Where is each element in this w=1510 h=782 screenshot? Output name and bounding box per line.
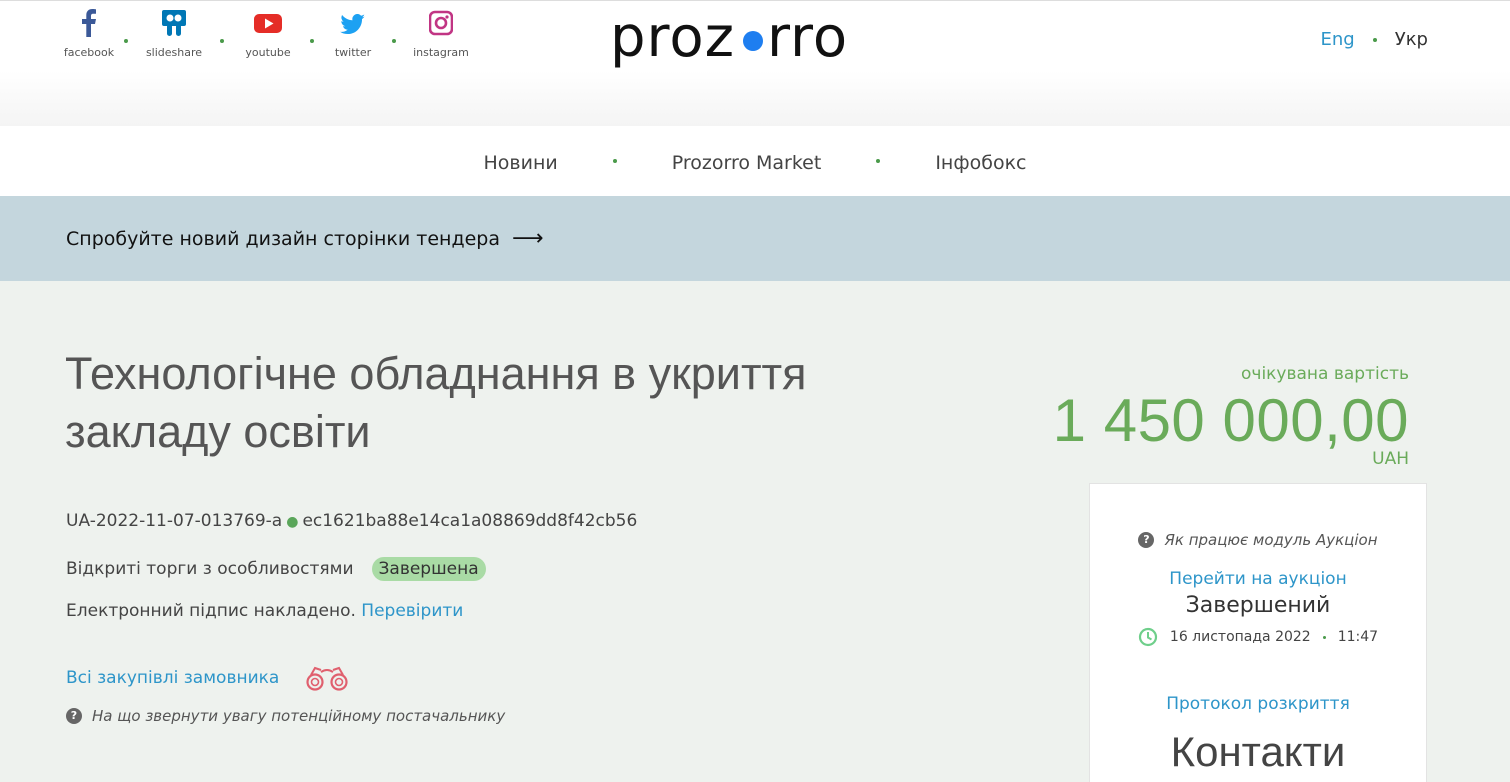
auction-status: Завершений	[1185, 593, 1331, 618]
youtube-icon	[254, 14, 282, 33]
separator-dot	[876, 159, 881, 163]
prozorro-logo[interactable]: proz rro	[610, 1, 848, 73]
banner-text: Спробуйте новий дизайн сторінки тендера	[66, 227, 500, 250]
social-links: facebook slideshare youtube twitter inst…	[56, 9, 472, 59]
arrow-right-icon: ⟶	[511, 226, 544, 251]
go-to-auction-link[interactable]: Перейти на аукціон	[1090, 569, 1426, 589]
new-design-banner[interactable]: Спробуйте новий дизайн сторінки тендера …	[0, 196, 1510, 281]
how-auction-works-link[interactable]: ? Як працює модуль Аукціон	[1090, 531, 1426, 549]
verify-signature-link[interactable]: Перевірити	[361, 601, 463, 621]
tender-title: Технологічне обладнання в укриття заклад…	[65, 348, 807, 457]
auction-datetime: 16 листопада 2022 11:47	[1090, 627, 1426, 647]
lang-ukr-link[interactable]: Укр	[1395, 29, 1428, 50]
language-switcher: Eng Укр	[1321, 29, 1429, 50]
hint-text: На що звернути увагу потенційному постач…	[92, 707, 506, 725]
all-purchases-label: Всі закупівлі замовника	[66, 668, 280, 688]
instagram-icon	[429, 10, 453, 36]
facebook-icon	[82, 9, 96, 37]
tender-id: UA-2022-11-07-013769-a	[66, 511, 283, 531]
question-icon: ?	[66, 708, 82, 724]
signature-row: Електронний підпис накладено. Перевірити	[66, 601, 463, 621]
separator-dot	[1322, 635, 1326, 639]
separator-dot	[612, 159, 617, 163]
separator-dot	[220, 39, 224, 43]
social-label: youtube	[245, 46, 291, 59]
social-twitter[interactable]: twitter	[330, 9, 376, 59]
social-youtube[interactable]: youtube	[240, 9, 296, 59]
main-nav: Новини Prozorro Market Інфобокс	[0, 126, 1510, 196]
opening-protocol-link[interactable]: Протокол розкриття	[1090, 694, 1426, 714]
question-icon: ?	[1138, 532, 1155, 548]
tender-hash: ec1621ba88e14ca1a08869dd8f42cb56	[302, 511, 638, 531]
separator-dot	[310, 39, 314, 43]
binoculars-icon	[306, 666, 348, 691]
procedure-type: Відкриті торги з особливостями	[66, 559, 354, 579]
social-slideshare[interactable]: slideshare	[142, 9, 206, 59]
slideshare-icon	[162, 10, 186, 36]
supplier-hint-link[interactable]: ? На що звернути увагу потенційному пост…	[66, 707, 505, 725]
social-label: instagram	[413, 46, 469, 59]
auction-card: ? Як працює модуль Аукціон Перейти на ау…	[1089, 483, 1427, 782]
tender-ids: UA-2022-11-07-013769-a ● ec1621ba88e14ca1a…	[66, 511, 637, 531]
social-label: facebook	[63, 46, 115, 59]
expected-value-amount: 1 450 000,00	[1052, 387, 1409, 454]
signature-text: Електронний підпис накладено.	[66, 601, 356, 621]
nav-item-infobox[interactable]: Інфобокс	[935, 148, 1026, 174]
social-facebook[interactable]: facebook	[56, 9, 122, 59]
all-purchases-link[interactable]: Всі закупівлі замовника	[66, 664, 353, 692]
procedure-row: Відкриті торги з особливостями Завершена	[66, 557, 486, 581]
contacts-heading: Контакти	[1170, 728, 1346, 775]
logo-text-left: proz	[610, 4, 735, 70]
social-label: slideshare	[145, 46, 203, 59]
how-auction-works-label: Як працює модуль Аукціон	[1164, 531, 1378, 549]
expected-value-label: очікувана вартість	[1241, 364, 1409, 384]
separator-dot	[124, 39, 128, 43]
social-label: twitter	[334, 46, 372, 59]
logo-text-right: rro	[767, 4, 849, 70]
separator-dot	[392, 39, 396, 43]
logo-dot	[743, 31, 763, 51]
nav-item-market[interactable]: Prozorro Market	[672, 148, 822, 174]
currency-label: UAH	[1372, 449, 1409, 469]
social-instagram[interactable]: instagram	[410, 9, 472, 59]
separator-dot	[1372, 37, 1377, 42]
status-badge: Завершена	[371, 557, 486, 581]
lang-eng-link[interactable]: Eng	[1321, 29, 1355, 50]
twitter-icon	[340, 13, 365, 34]
clock-icon	[1138, 627, 1158, 647]
nav-item-news[interactable]: Новини	[484, 148, 558, 174]
site-header: facebook slideshare youtube twitter inst…	[0, 0, 1510, 126]
auction-date: 16 листопада 2022	[1169, 629, 1311, 645]
separator-dot: ●	[286, 514, 299, 530]
auction-time: 11:47	[1337, 629, 1379, 645]
